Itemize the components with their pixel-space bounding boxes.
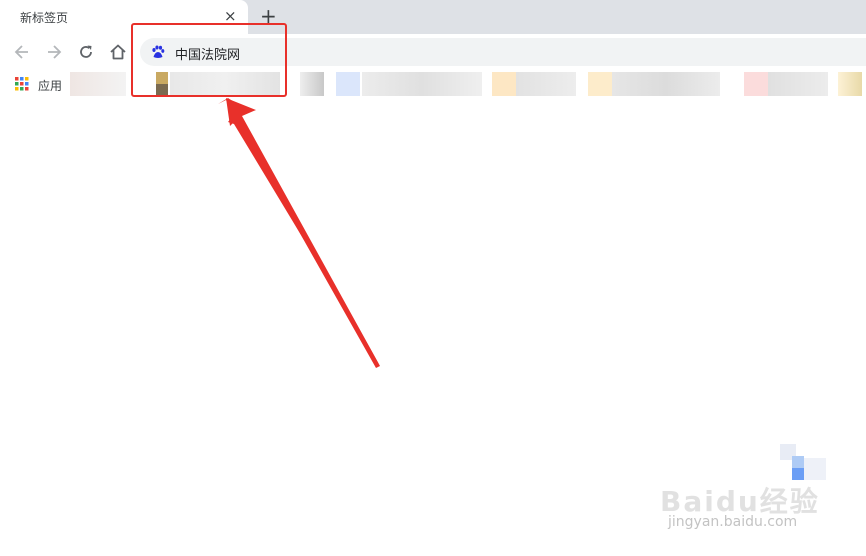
- blurred-bookmark[interactable]: [744, 72, 768, 96]
- tab-title: 新标签页: [20, 11, 69, 25]
- apps-bookmark-label[interactable]: 应用: [38, 77, 62, 94]
- annotation-highlight-box: [131, 23, 287, 97]
- blurred-bookmark[interactable]: [300, 72, 324, 96]
- home-icon[interactable]: [108, 42, 128, 62]
- reload-icon[interactable]: [76, 42, 96, 62]
- blurred-bookmark[interactable]: [768, 72, 828, 96]
- forward-arrow-icon[interactable]: [44, 42, 64, 62]
- blurred-bookmark[interactable]: [588, 72, 612, 96]
- blurred-bookmark[interactable]: [362, 72, 482, 96]
- watermark-pixel: [792, 456, 804, 468]
- watermark-pixel: [804, 458, 826, 480]
- back-arrow-icon[interactable]: [12, 42, 32, 62]
- blurred-bookmark[interactable]: [516, 72, 576, 96]
- blurred-bookmark[interactable]: [70, 72, 126, 96]
- watermark-url: jingyan.baidu.com: [668, 514, 798, 530]
- blurred-bookmark[interactable]: [838, 72, 862, 96]
- blurred-bookmark[interactable]: [612, 72, 720, 96]
- apps-grid-icon[interactable]: [15, 77, 29, 91]
- blurred-bookmark[interactable]: [336, 72, 360, 96]
- blurred-bookmark[interactable]: [492, 72, 516, 96]
- watermark-pixel: [792, 468, 804, 480]
